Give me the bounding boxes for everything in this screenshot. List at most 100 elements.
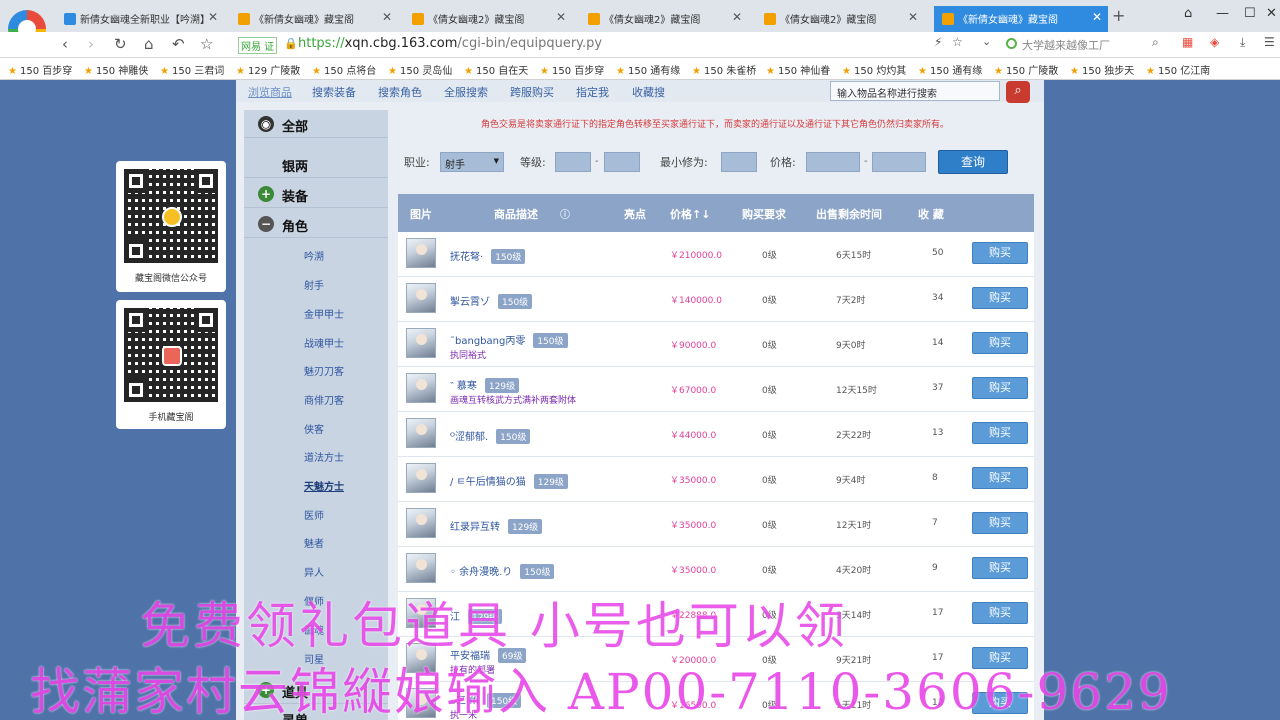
maximize-icon[interactable]: ☐ — [1244, 6, 1256, 21]
buy-button[interactable]: 购买 — [972, 467, 1028, 489]
bookmark-item[interactable]: ★ 150 灼灼其 — [842, 62, 906, 77]
site-search-input[interactable]: 输入物品名称进行搜索 — [830, 81, 1000, 101]
search-icon[interactable]: ⌕ — [1152, 35, 1159, 50]
bookmark-item[interactable]: ★ 150 神仙眷 — [766, 62, 830, 77]
query-button[interactable]: 查询 — [938, 150, 1008, 174]
col-price-sort[interactable]: 价格↑↓ — [670, 206, 710, 222]
price-max-input[interactable] — [872, 152, 926, 172]
shirt-icon[interactable]: ⌂ — [1184, 6, 1192, 21]
lightning-icon[interactable]: ⚡ — [934, 35, 942, 49]
character-avatar[interactable] — [406, 328, 436, 358]
bookmark-item[interactable]: ★ 129 广陵散 — [236, 62, 300, 77]
bookmark-item[interactable]: ★ 150 百步穿 — [8, 62, 72, 77]
nav-cross-server[interactable]: 跨服购买 — [510, 84, 554, 100]
sidebar-item-role[interactable]: − 角色 — [244, 210, 388, 238]
browser-tab[interactable]: 《倩女幽魂2》藏宝阁 ✕ — [756, 6, 924, 32]
sidebar-sub-item-active[interactable]: 天魅方士 — [304, 478, 344, 493]
browser-tab[interactable]: 《新倩女幽魂》藏宝阁 ✕ — [230, 6, 398, 32]
character-avatar[interactable] — [406, 238, 436, 268]
browser-tab[interactable]: 《倩女幽魂2》藏宝阁 ✕ — [580, 6, 748, 32]
download-icon[interactable]: ⤓ — [1240, 35, 1245, 50]
game-icon[interactable]: ◈ — [1210, 35, 1219, 49]
item-name[interactable]: ‶ 慕寒 129级 — [450, 377, 520, 393]
bookmark-item[interactable]: ★ 150 灵岛仙 — [388, 62, 452, 77]
reload-icon[interactable]: ↻ — [114, 35, 127, 53]
sidebar-sub-item[interactable]: 射手 — [304, 277, 324, 292]
buy-button[interactable]: 购买 — [972, 332, 1028, 354]
character-avatar[interactable] — [406, 418, 436, 448]
star-icon[interactable]: ☆ — [200, 35, 213, 53]
sidebar-sub-item[interactable]: 魅者 — [304, 535, 324, 550]
close-icon[interactable]: ✕ — [1092, 10, 1102, 24]
item-name[interactable]: ˜bangbang丙零 150级 — [450, 332, 568, 348]
buy-button[interactable]: 购买 — [972, 287, 1028, 309]
bookmark-item[interactable]: ★ 150 三君词 — [160, 62, 224, 77]
nav-favorites[interactable]: 收藏搜 — [632, 84, 665, 100]
sidebar-item-all[interactable]: ◉ 全部 — [244, 110, 388, 138]
character-avatar[interactable] — [406, 508, 436, 538]
new-tab-button[interactable]: + — [1112, 6, 1125, 25]
menu-icon[interactable]: ☰ — [1264, 35, 1275, 49]
bookmark-item[interactable]: ★ 150 自在天 — [464, 62, 528, 77]
back-icon[interactable]: ‹ — [62, 35, 68, 53]
item-name[interactable]: ᴼ涩郁郁. 150级 — [450, 428, 531, 444]
item-name[interactable]: ◦ 余舟漫晚.り 150级 — [450, 563, 555, 579]
bookmark-item[interactable]: ★ 150 广陵散 — [994, 62, 1058, 77]
browser-tab[interactable]: 新倩女幽魂全新职业【吟溯】 ✕ — [56, 6, 224, 32]
sidebar-sub-item[interactable]: 魅刃刀客 — [304, 363, 344, 378]
bookmark-item[interactable]: ★ 150 通有缘 — [918, 62, 982, 77]
close-icon[interactable]: ✕ — [908, 10, 918, 24]
buy-button[interactable]: 购买 — [972, 422, 1028, 444]
undo-icon[interactable]: ↶ — [172, 35, 185, 53]
sidebar-sub-item[interactable]: 侠客 — [304, 421, 324, 436]
minimize-icon[interactable]: — — [1216, 6, 1229, 21]
apps-icon[interactable]: ▦ — [1182, 35, 1193, 49]
nav-assigned[interactable]: 指定我 — [576, 84, 609, 100]
bookmark-item[interactable]: ★ 150 朱雀桥 — [692, 62, 756, 77]
bookmark-star-icon[interactable]: ☆ — [952, 35, 963, 49]
sidebar-sub-item[interactable]: 异人 — [304, 564, 324, 579]
character-avatar[interactable] — [406, 283, 436, 313]
sidebar-item-equipment[interactable]: + 装备 — [244, 180, 388, 208]
character-avatar[interactable] — [406, 373, 436, 403]
item-name[interactable]: 红录异互转 129级 — [450, 518, 543, 534]
bookmark-item[interactable]: ★ 150 点将台 — [312, 62, 376, 77]
browser-tab[interactable]: 《倩女幽魂2》藏宝阁 ✕ — [404, 6, 572, 32]
forward-icon[interactable]: › — [88, 35, 94, 53]
job-select[interactable]: 射手 — [440, 152, 504, 172]
nav-browse[interactable]: 浏览商品 — [248, 84, 292, 100]
buy-button[interactable]: 购买 — [972, 602, 1028, 624]
character-avatar[interactable] — [406, 553, 436, 583]
bookmark-item[interactable]: ★ 150 独步天 — [1070, 62, 1134, 77]
level-min-input[interactable] — [555, 152, 591, 172]
buy-button[interactable]: 购买 — [972, 557, 1028, 579]
browser-search-input[interactable]: 大学越来越像工厂 — [1002, 35, 1170, 55]
bookmark-item[interactable]: ★ 150 通有缘 — [616, 62, 680, 77]
nav-all-server[interactable]: 全服搜索 — [444, 84, 488, 100]
browser-tab-active[interactable]: 《新倩女幽魂》藏宝阁 ✕ — [934, 6, 1108, 32]
close-icon[interactable]: ✕ — [382, 10, 392, 24]
sidebar-sub-item[interactable]: 战魂甲士 — [304, 335, 344, 350]
url-field[interactable]: 网易 证 🔒 https://xqn.cbg.163.com/cgi-bin/e… — [236, 35, 996, 55]
close-icon[interactable]: ✕ — [208, 10, 218, 24]
sidebar-sub-item[interactable]: 道法方士 — [304, 449, 344, 464]
sidebar-item-silver[interactable]: 银两 — [244, 150, 388, 178]
chevron-down-icon[interactable]: ⌄ — [982, 35, 991, 48]
home-icon[interactable]: ⌂ — [144, 35, 154, 53]
sidebar-sub-item[interactable]: 商俳刀客 — [304, 392, 344, 407]
min-cultivation-input[interactable] — [721, 152, 757, 172]
bookmark-item[interactable]: ★ 150 百步穿 — [540, 62, 604, 77]
close-icon[interactable]: ✕ — [556, 10, 566, 24]
price-min-input[interactable] — [806, 152, 860, 172]
nav-search-role[interactable]: 搜索角色 — [378, 84, 422, 100]
buy-button[interactable]: 购买 — [972, 512, 1028, 534]
buy-button[interactable]: 购买 — [972, 242, 1028, 264]
level-max-input[interactable] — [604, 152, 640, 172]
sidebar-sub-item[interactable]: 金甲甲士 — [304, 306, 344, 321]
sidebar-sub-item[interactable]: 吟溯 — [304, 248, 324, 263]
buy-button[interactable]: 购买 — [972, 377, 1028, 399]
help-icon[interactable]: ⓘ — [560, 206, 570, 221]
window-close-icon[interactable]: ✕ — [1266, 6, 1277, 21]
sidebar-sub-item[interactable]: 医师 — [304, 507, 324, 522]
nav-search-equip[interactable]: 搜索装备 — [312, 84, 356, 100]
